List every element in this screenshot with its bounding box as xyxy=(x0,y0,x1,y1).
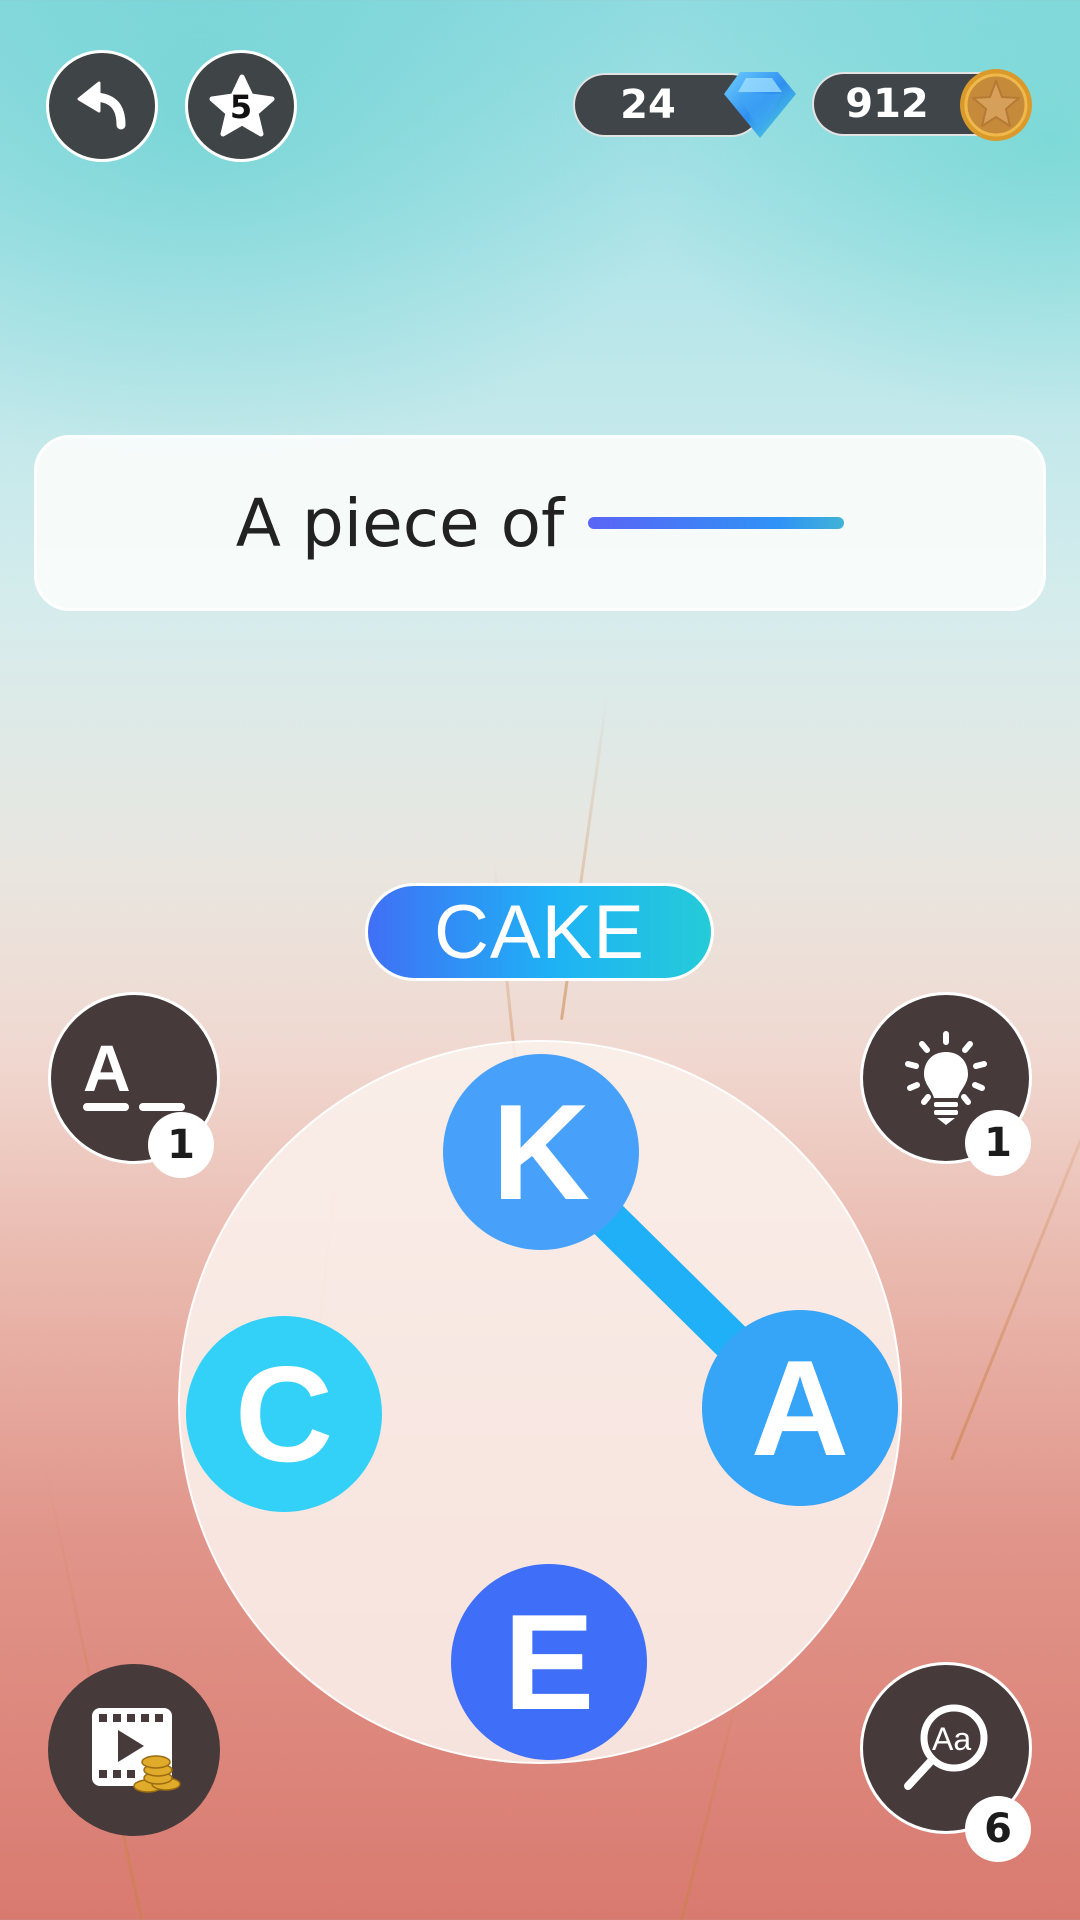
letter-wheel[interactable]: K A E C xyxy=(178,1040,902,1764)
lightbulb-icon xyxy=(905,1031,987,1125)
answer-blank xyxy=(588,517,845,529)
clue-text: A piece of xyxy=(235,484,565,562)
level-star-button[interactable]: 5 xyxy=(185,50,297,162)
letter-tile-k[interactable]: K xyxy=(443,1054,639,1250)
clue-card: A piece of xyxy=(34,435,1046,611)
gems-value: 24 xyxy=(620,82,676,128)
coin-star-icon xyxy=(960,69,1032,141)
svg-text:Aa: Aa xyxy=(932,1721,971,1757)
gem-icon xyxy=(724,72,796,138)
letter-tile-c[interactable]: C xyxy=(186,1316,382,1512)
coins-value: 912 xyxy=(845,81,929,127)
undo-arrow-icon xyxy=(77,81,126,130)
search-letters-icon: Aa xyxy=(904,1704,988,1790)
svg-text:A: A xyxy=(83,1033,131,1105)
level-number: 5 xyxy=(229,88,253,126)
current-word-preview: CAKE xyxy=(365,883,714,981)
watch-video-button[interactable] xyxy=(48,1664,220,1836)
letter-tile-e[interactable]: E xyxy=(451,1564,647,1760)
video-coins-icon xyxy=(92,1708,181,1793)
reveal-letter-icon: A xyxy=(83,1033,185,1111)
undo-button[interactable] xyxy=(46,50,158,162)
letter-tile-a[interactable]: A xyxy=(702,1310,898,1506)
dictionary-count: 6 xyxy=(965,1796,1031,1862)
hint-count: 1 xyxy=(965,1110,1031,1176)
